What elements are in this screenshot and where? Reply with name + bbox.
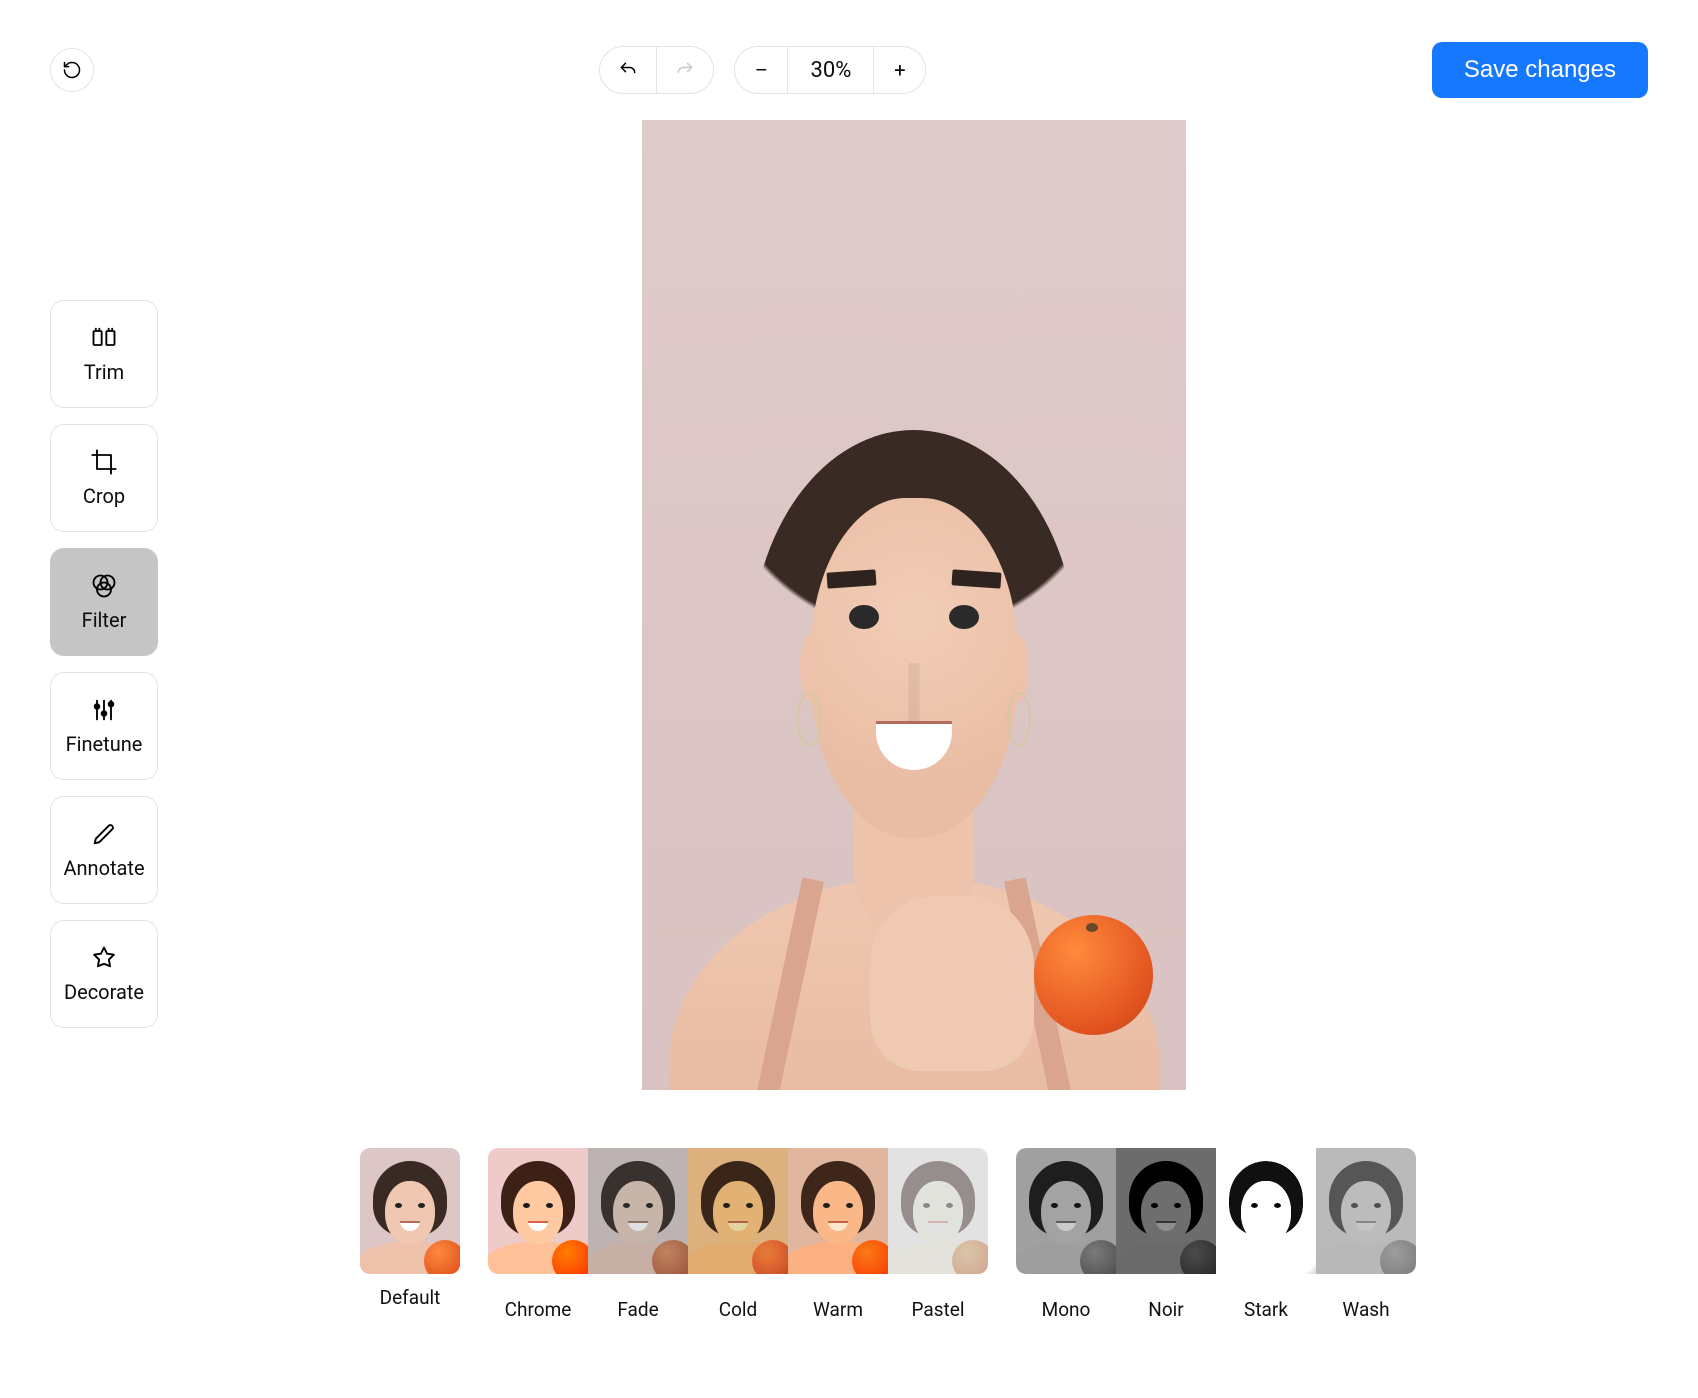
tool-crop[interactable]: Crop: [50, 424, 158, 532]
undo-redo-group: [599, 46, 714, 94]
tool-sidebar: Trim Crop Filter Finetune Annotate: [50, 300, 158, 1028]
image-editor-root: – 30% + Save changes Trim Crop Filter: [0, 0, 1698, 1398]
tool-filter[interactable]: Filter: [50, 548, 158, 656]
tool-finetune[interactable]: Finetune: [50, 672, 158, 780]
filter-option-fade[interactable]: [588, 1148, 688, 1274]
save-changes-button[interactable]: Save changes: [1432, 42, 1648, 98]
tool-filter-label: Filter: [82, 608, 127, 632]
redo-icon: [675, 60, 695, 80]
tool-trim-label: Trim: [84, 360, 124, 384]
zoom-in-button[interactable]: +: [873, 47, 925, 93]
undo-button[interactable]: [600, 47, 656, 93]
filter-option-pastel[interactable]: [888, 1148, 988, 1274]
filter-label-stark: Stark: [1216, 1298, 1316, 1321]
filter-icon: [90, 572, 118, 600]
image-preview[interactable]: [642, 120, 1186, 1090]
tool-annotate-label: Annotate: [63, 856, 144, 880]
filter-strip[interactable]: Default ChromeFadeColdWarmPastel MonoNoi…: [360, 1148, 1698, 1338]
trim-icon: [90, 324, 118, 352]
tool-decorate-label: Decorate: [64, 980, 144, 1004]
history-reset-icon: [62, 60, 82, 80]
tool-annotate[interactable]: Annotate: [50, 796, 158, 904]
undo-icon: [618, 60, 638, 80]
tool-finetune-label: Finetune: [66, 732, 143, 756]
finetune-icon: [90, 696, 118, 724]
filter-group-color: [488, 1148, 988, 1274]
filter-option-default[interactable]: Default: [360, 1148, 460, 1309]
filter-option-noir[interactable]: [1116, 1148, 1216, 1274]
zoom-out-button[interactable]: –: [735, 47, 787, 93]
filter-label-warm: Warm: [788, 1298, 888, 1321]
filter-label-noir: Noir: [1116, 1298, 1216, 1321]
tool-trim[interactable]: Trim: [50, 300, 158, 408]
portrait-illustration: [642, 120, 1186, 1090]
filter-label-pastel: Pastel: [888, 1298, 988, 1321]
filter-option-chrome[interactable]: [488, 1148, 588, 1274]
filter-label-default: Default: [380, 1286, 441, 1309]
canvas-area: [180, 120, 1648, 1138]
crop-icon: [90, 448, 118, 476]
tool-crop-label: Crop: [83, 484, 125, 508]
zoom-group: – 30% +: [734, 46, 926, 94]
filter-label-chrome: Chrome: [488, 1298, 588, 1321]
filter-label-cold: Cold: [688, 1298, 788, 1321]
filter-label-wash: Wash: [1316, 1298, 1416, 1321]
decorate-icon: [90, 944, 118, 972]
filter-label-fade: Fade: [588, 1298, 688, 1321]
filter-strip-inner: Default ChromeFadeColdWarmPastel MonoNoi…: [360, 1148, 1698, 1321]
filter-option-stark[interactable]: [1216, 1148, 1316, 1274]
tool-decorate[interactable]: Decorate: [50, 920, 158, 1028]
filter-option-wash[interactable]: [1316, 1148, 1416, 1274]
redo-button[interactable]: [656, 47, 713, 93]
top-bar: – 30% + Save changes: [50, 40, 1648, 100]
filter-label-mono: Mono: [1016, 1298, 1116, 1321]
history-reset-button[interactable]: [50, 48, 94, 92]
filter-option-warm[interactable]: [788, 1148, 888, 1274]
center-controls: – 30% +: [599, 46, 926, 94]
filter-group-bw: [1016, 1148, 1416, 1274]
filter-option-cold[interactable]: [688, 1148, 788, 1274]
annotate-icon: [90, 820, 118, 848]
zoom-level: 30%: [787, 47, 873, 93]
filter-option-mono[interactable]: [1016, 1148, 1116, 1274]
